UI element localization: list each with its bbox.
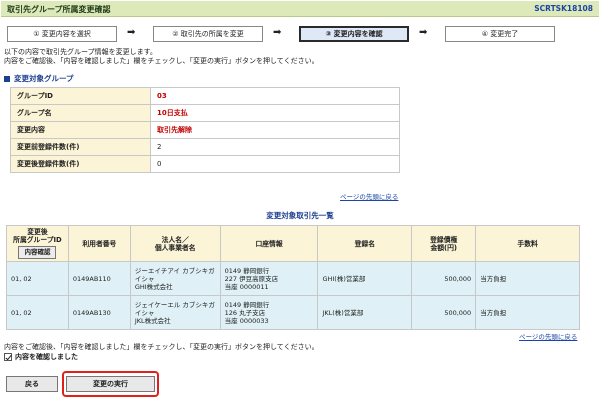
partner-list-table: 変更後 所属グループID 内容確認 利用者番号 法人名／ 個人事業者名 口座情報… bbox=[6, 225, 580, 330]
account-bank: 0149 静岡銀行 bbox=[224, 300, 270, 309]
cell-amount: 500,000 bbox=[411, 261, 477, 296]
cell-fee: 当方負担 bbox=[475, 295, 580, 330]
info-value: 10日支払 bbox=[150, 104, 400, 122]
header-user-no: 利用者番号 bbox=[67, 225, 131, 262]
cell-fee: 当方負担 bbox=[475, 261, 580, 296]
cell-group: 01, 02 bbox=[6, 261, 69, 296]
header-name-line1: 法人名／ bbox=[161, 235, 189, 244]
info-label: グループID bbox=[10, 87, 151, 105]
intro-text: 以下の内容で取引先グループ情報を変更します。 内容をご確認後、「内容を確認しまし… bbox=[4, 48, 594, 66]
step-arrow-icon: ➡ bbox=[273, 27, 282, 38]
back-button[interactable]: 戻る bbox=[6, 376, 58, 392]
info-label: 変更後登録件数(件) bbox=[10, 155, 151, 173]
cell-account: 0149 静岡銀行 227 伊豆高原支店 当座 0000011 bbox=[219, 261, 319, 296]
list-title: 変更対象取引先一覧 bbox=[266, 211, 334, 220]
header-amount-line1: 登録債権 bbox=[430, 235, 458, 244]
intro-line-1: 以下の内容で取引先グループ情報を変更します。 bbox=[4, 48, 157, 56]
account-branch: 126 丸子支店 bbox=[224, 308, 266, 317]
confirm-check-row[interactable]: 内容を確認しました bbox=[4, 352, 78, 362]
header-amount-line2: 金額(円) bbox=[430, 243, 458, 252]
step-indicator: ① 変更内容を選択 ➡ ② 取引先の所属を変更 ➡ ③ 変更内容を確認 ➡ ④ … bbox=[7, 26, 593, 42]
confirm-instruction: 内容をご確認後、「内容を確認しました」欄をチェックし、「変更の実行」ボタンを押し… bbox=[4, 343, 319, 351]
name-kanji: GHI株式会社 bbox=[134, 282, 173, 291]
step-3-active: ③ 変更内容を確認 bbox=[299, 26, 409, 42]
header-fee: 手数料 bbox=[475, 225, 580, 262]
info-row-before-count: 変更前登録件数(件) 2 bbox=[10, 138, 400, 156]
step-4: ④ 変更完了 bbox=[445, 26, 555, 42]
cell-user-no: 0149AB130 bbox=[67, 295, 131, 330]
name-kana: ジーエイチアイ カブシキガイシャ bbox=[134, 266, 215, 283]
info-row-after-count: 変更後登録件数(件) 0 bbox=[10, 155, 400, 173]
info-row-group-name: グループ名 10日支払 bbox=[10, 104, 400, 122]
account-bank: 0149 静岡銀行 bbox=[224, 266, 270, 275]
page-title-bar: 取引先グループ所属変更確認 SCRTSK18108 bbox=[1, 1, 599, 17]
info-label: 変更内容 bbox=[10, 121, 151, 139]
cell-reg-name: GHI(株)営業部 bbox=[317, 261, 413, 296]
intro-line-2: 内容をご確認後、「内容を確認しました」欄をチェックし、「変更の実行」ボタンを押し… bbox=[4, 57, 319, 65]
header-reg-name: 登録名 bbox=[317, 225, 413, 262]
header-group-line2: 所属グループID bbox=[13, 236, 62, 244]
cell-account: 0149 静岡銀行 126 丸子支店 当座 0000033 bbox=[219, 295, 319, 330]
header-name-line2: 個人事業者名 bbox=[154, 243, 196, 252]
screen-code: SCRTSK18108 bbox=[534, 4, 593, 13]
step-2: ② 取引先の所属を変更 bbox=[153, 26, 263, 42]
square-bullet-icon bbox=[4, 76, 10, 82]
confirm-checkbox-label[interactable]: 内容を確認しました bbox=[15, 353, 78, 361]
account-number: 当座 0000011 bbox=[224, 282, 269, 291]
info-label: 変更前登録件数(件) bbox=[10, 138, 151, 156]
list-header-row: 変更後 所属グループID 内容確認 利用者番号 法人名／ 個人事業者名 口座情報… bbox=[6, 225, 580, 262]
step-arrow-icon: ➡ bbox=[419, 27, 428, 38]
cell-reg-name: JKL(株)営業部 bbox=[317, 295, 413, 330]
info-value: 0 bbox=[150, 155, 400, 173]
page-title: 取引先グループ所属変更確認 bbox=[7, 5, 111, 14]
section-heading-label: 変更対象グループ bbox=[14, 74, 74, 83]
info-row-group-id: グループID 03 bbox=[10, 87, 400, 105]
account-number: 当座 0000033 bbox=[224, 316, 269, 325]
cell-group: 01, 02 bbox=[6, 295, 69, 330]
info-label: グループ名 bbox=[10, 104, 151, 122]
cell-user-no: 0149AB110 bbox=[67, 261, 131, 296]
header-amount: 登録債権 金額(円) bbox=[411, 225, 477, 262]
execute-button[interactable]: 変更の実行 bbox=[66, 376, 155, 392]
page-top-link-bottom[interactable]: ページの先頭に戻る bbox=[519, 331, 577, 341]
header-account: 口座情報 bbox=[219, 225, 319, 262]
name-kanji: JKL株式会社 bbox=[134, 316, 171, 325]
page-top-link[interactable]: ページの先頭に戻る bbox=[340, 191, 398, 201]
target-group-table: グループID 03 グループ名 10日支払 変更内容 取引先解除 変更前登録件数… bbox=[10, 87, 400, 173]
step-1: ① 変更内容を選択 bbox=[7, 26, 117, 42]
cell-name: ジェイケーエル カブシキガイシャ JKL株式会社 bbox=[129, 295, 221, 330]
header-group: 変更後 所属グループID 内容確認 bbox=[6, 225, 69, 262]
info-value: 2 bbox=[150, 138, 400, 156]
table-row: 01, 02 0149AB110 ジーエイチアイ カブシキガイシャ GHI株式会… bbox=[6, 261, 580, 296]
step-arrow-icon: ➡ bbox=[127, 27, 136, 38]
info-row-change-type: 変更内容 取引先解除 bbox=[10, 121, 400, 139]
header-name: 法人名／ 個人事業者名 bbox=[129, 225, 221, 262]
info-value: 03 bbox=[150, 87, 400, 105]
header-group-line1: 変更後 bbox=[27, 228, 48, 236]
account-branch: 227 伊豆高原支店 bbox=[224, 274, 279, 283]
confirm-checkbox[interactable] bbox=[4, 353, 12, 361]
cell-amount: 500,000 bbox=[411, 295, 477, 330]
section-heading-target-group: 変更対象グループ bbox=[4, 73, 74, 84]
cell-name: ジーエイチアイ カブシキガイシャ GHI株式会社 bbox=[129, 261, 221, 296]
detail-confirm-button[interactable]: 内容確認 bbox=[18, 246, 57, 259]
table-row: 01, 02 0149AB130 ジェイケーエル カブシキガイシャ JKL株式会… bbox=[6, 295, 580, 330]
name-kana: ジェイケーエル カブシキガイシャ bbox=[134, 300, 215, 317]
info-value: 取引先解除 bbox=[150, 121, 400, 139]
